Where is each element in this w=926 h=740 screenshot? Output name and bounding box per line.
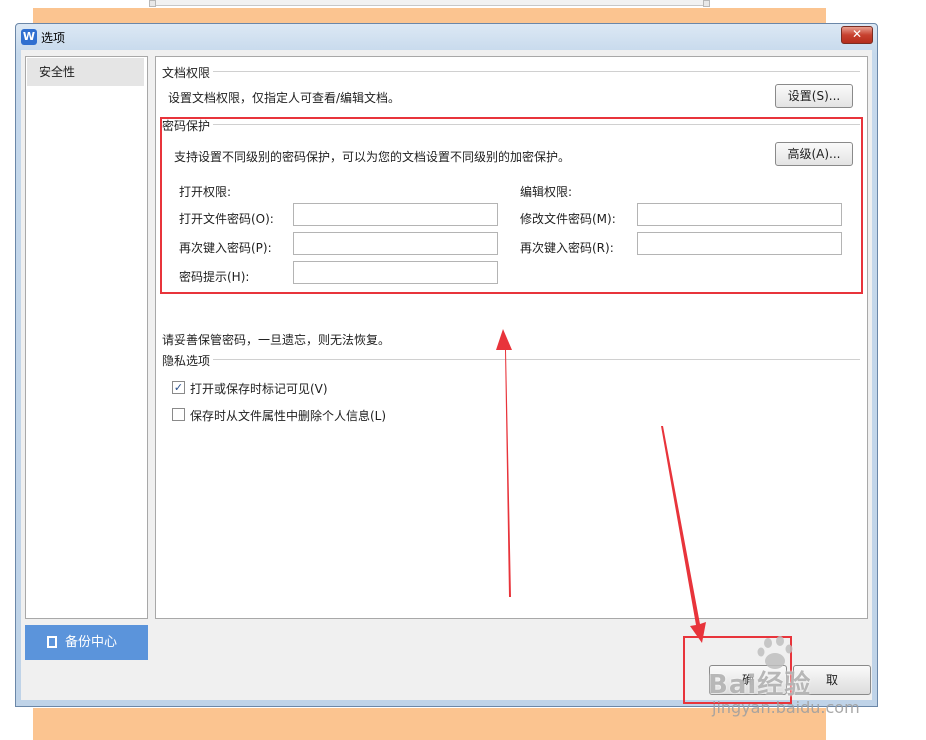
backup-center-label: 备份中心 xyxy=(65,635,118,650)
doc-permission-divider xyxy=(162,71,860,72)
backup-center-button[interactable]: 备份中心 xyxy=(25,625,148,660)
options-sidebar: 安全性 xyxy=(25,56,148,619)
close-button[interactable]: ✕ xyxy=(841,26,873,44)
close-icon: ✕ xyxy=(851,27,863,41)
backup-icon xyxy=(47,636,57,648)
doc-permission-title: 文档权限 xyxy=(162,64,214,81)
remove-personal-info-label[interactable]: 保存时从文件属性中删除个人信息(L) xyxy=(190,407,386,424)
dialog-title: 选项 xyxy=(41,31,66,45)
document-ruler xyxy=(152,0,708,6)
baidu-jingyan-watermark: Bai经验 jingyan.baidu.com xyxy=(708,636,878,720)
privacy-title: 隐私选项 xyxy=(162,352,214,369)
document-page-background xyxy=(33,8,826,24)
remove-personal-info-checkbox[interactable] xyxy=(172,408,185,421)
watermark-url: jingyan.baidu.com xyxy=(712,698,860,717)
mark-visible-checkbox[interactable]: ✓ xyxy=(172,381,185,394)
watermark-text: Bai经验 xyxy=(708,670,812,700)
doc-permission-settings-button[interactable]: 设置(S)... xyxy=(775,84,853,108)
doc-permission-description: 设置文档权限，仅指定人可查看/编辑文档。 xyxy=(168,91,401,105)
sidebar-item-security[interactable]: 安全性 xyxy=(27,58,144,86)
ruler-right-marker[interactable] xyxy=(703,0,710,7)
password-warning: 请妥善保管密码，一旦遗忘，则无法恢复。 xyxy=(162,333,391,347)
title-bar[interactable]: W 选项 ✕ xyxy=(16,24,877,50)
mark-visible-label[interactable]: 打开或保存时标记可见(V) xyxy=(190,380,328,397)
password-section-highlight xyxy=(160,117,863,294)
wps-app-icon: W xyxy=(21,29,37,45)
privacy-divider xyxy=(162,359,860,360)
ruler-left-marker[interactable] xyxy=(149,0,156,7)
